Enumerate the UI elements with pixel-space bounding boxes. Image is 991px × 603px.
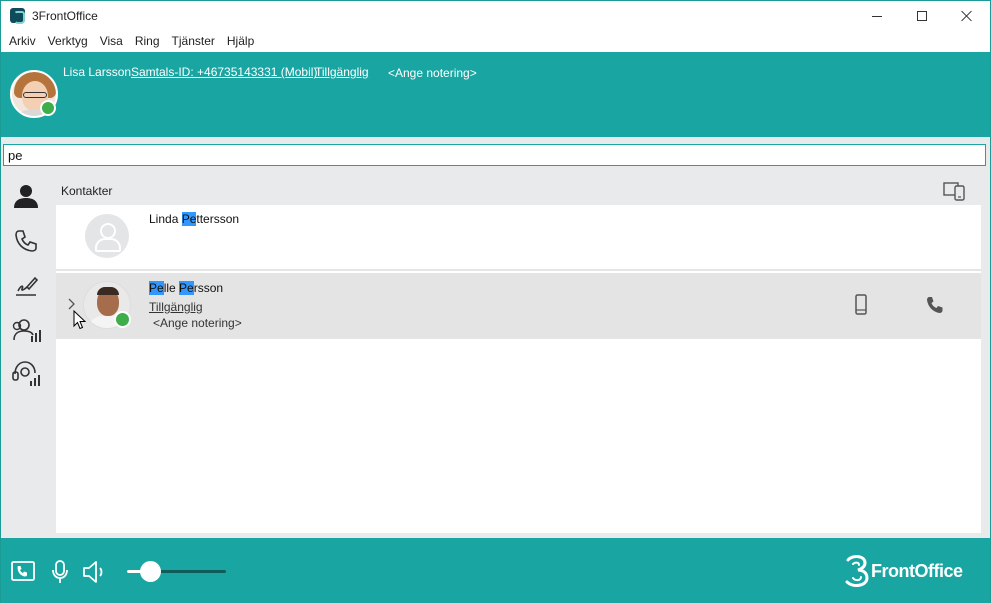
team-icon (12, 319, 41, 342)
name-part: lle (163, 281, 180, 295)
contact-list: Linda Pettersson Pelle Persson Tillgängl… (56, 205, 981, 533)
brand-logo: FrontOffice (843, 554, 983, 588)
name-match-highlight: Pe (181, 212, 197, 226)
phone-icon (15, 230, 37, 252)
brand-name: FrontOffice (871, 561, 963, 581)
contacts-panel: Kontakter Linda Pettersson Pelle Persson… (55, 170, 990, 538)
contact-status-link[interactable]: Tillgänglig (149, 300, 203, 314)
section-header: Kontakter (55, 170, 990, 205)
name-part: ttersson (196, 212, 240, 226)
menu-ring[interactable]: Ring (129, 31, 166, 52)
presence-status-icon (40, 100, 56, 116)
close-button[interactable] (944, 1, 990, 31)
mobile-phone-icon[interactable] (851, 294, 871, 316)
volume-slider-handle[interactable] (140, 561, 162, 582)
nav-team[interactable] (9, 314, 43, 346)
profile-header: Lisa Larsson Samtals-ID: +46735143331 (M… (1, 52, 990, 137)
app-logo-icon (10, 8, 25, 24)
section-title: Kontakter (61, 184, 113, 198)
nav-contacts[interactable] (9, 180, 43, 212)
microphone-button[interactable] (47, 559, 73, 585)
signature-icon (16, 276, 39, 296)
menu-arkiv[interactable]: Arkiv (3, 31, 42, 52)
minimize-button[interactable] (854, 1, 900, 31)
name-match-highlight: Pe (179, 281, 194, 295)
call-id-link[interactable]: Samtals-ID: +46735143331 (Mobil) (131, 65, 317, 79)
nav-queue[interactable] (9, 358, 43, 390)
menu-hjalp[interactable]: Hjälp (221, 31, 260, 52)
user-name: Lisa Larsson (63, 65, 132, 79)
three-logo-icon (845, 555, 869, 587)
contact-row[interactable]: Pelle Persson Tillgänglig <Ange notering… (56, 273, 981, 339)
name-part: Linda (149, 212, 182, 226)
close-icon (961, 10, 973, 22)
search-input[interactable] (3, 144, 986, 166)
contacts-icon (14, 185, 38, 208)
left-navigation (1, 170, 55, 538)
minimize-icon (872, 15, 882, 17)
contact-note: <Ange notering> (153, 316, 242, 330)
call-icon[interactable] (925, 295, 945, 315)
window-title: 3FrontOffice (32, 9, 98, 23)
note-field[interactable]: <Ange notering> (388, 66, 477, 80)
contact-name: Linda Pettersson (149, 212, 239, 226)
placeholder-avatar-icon (85, 214, 129, 258)
title-bar: 3FrontOffice (1, 1, 990, 31)
presence-status-icon (114, 311, 131, 328)
search-bar (1, 137, 990, 170)
menu-verktyg[interactable]: Verktyg (42, 31, 94, 52)
devices-icon[interactable] (943, 180, 967, 202)
menu-tjanster[interactable]: Tjänster (166, 31, 221, 52)
name-part: rsson (193, 281, 224, 295)
maximize-icon (917, 11, 927, 21)
nav-signature[interactable] (9, 270, 43, 302)
queue-stats-icon (12, 361, 40, 386)
nav-calls[interactable] (9, 225, 43, 257)
contact-row[interactable]: Linda Pettersson (56, 205, 981, 271)
maximize-button[interactable] (899, 1, 945, 31)
speaker-button[interactable] (81, 559, 107, 585)
mouse-cursor-icon (73, 310, 87, 330)
menu-bar: Arkiv Verktyg Visa Ring Tjänster Hjälp (1, 31, 990, 52)
contact-name: Pelle Persson (149, 281, 223, 295)
speaker-icon (83, 561, 103, 583)
softphone-icon (11, 561, 35, 581)
menu-visa[interactable]: Visa (94, 31, 129, 52)
bottom-toolbar: FrontOffice (1, 538, 990, 603)
name-match-highlight: Pe (149, 281, 164, 295)
app-window: 3FrontOffice Arkiv Verktyg Visa Ring Tjä… (0, 0, 991, 603)
microphone-icon (52, 560, 68, 583)
status-link[interactable]: Tillgänglig (315, 65, 369, 79)
softphone-button[interactable] (10, 559, 36, 585)
chevron-right-icon[interactable] (67, 297, 77, 311)
